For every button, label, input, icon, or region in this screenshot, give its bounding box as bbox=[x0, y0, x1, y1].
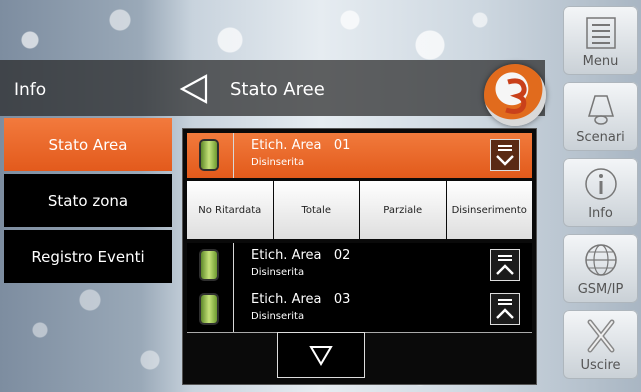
menu-button-label: Menu bbox=[582, 54, 619, 69]
row-divider bbox=[233, 243, 234, 288]
no-delay-button[interactable]: No Ritardata bbox=[187, 181, 273, 239]
area-row-03[interactable]: Etich. Area 03 Disinserita bbox=[187, 287, 532, 333]
triangle-down-icon bbox=[309, 346, 333, 366]
area-name: Etich. Area 02 bbox=[251, 248, 351, 263]
disarm-button[interactable]: Disinserimento bbox=[446, 181, 532, 239]
page-title: Stato Aree bbox=[230, 79, 325, 100]
info-icon bbox=[585, 168, 617, 200]
area-status: Disinserita bbox=[251, 311, 305, 322]
area-action-bar: No Ritardata Totale Parziale Disinserime… bbox=[187, 181, 532, 239]
menu-item-stato-zona[interactable]: Stato zona bbox=[4, 174, 172, 227]
menu-button[interactable]: Menu bbox=[563, 6, 638, 75]
gsm-ip-button-label: GSM/IP bbox=[577, 282, 624, 297]
area-row-02[interactable]: Etich. Area 02 Disinserita bbox=[187, 243, 532, 289]
expand-button[interactable] bbox=[490, 293, 520, 325]
info-button[interactable]: Info bbox=[563, 158, 638, 227]
collapse-icon bbox=[496, 145, 514, 166]
area-name: Etich. Area 03 bbox=[251, 292, 351, 307]
menu-item-registro-eventi[interactable]: Registro Eventi bbox=[4, 230, 172, 283]
menu-list-icon bbox=[586, 17, 616, 49]
scene-lamp-icon bbox=[587, 95, 615, 125]
gsm-ip-button[interactable]: GSM/IP bbox=[563, 234, 638, 303]
exit-button-label: Uscire bbox=[580, 358, 621, 373]
scenari-button[interactable]: Scenari bbox=[563, 82, 638, 151]
menu-item-label: Stato zona bbox=[47, 191, 129, 210]
right-sidebar: Menu Scenari Info GSM/IP Uscire bbox=[563, 6, 638, 386]
scenari-button-label: Scenari bbox=[576, 130, 625, 145]
expand-icon bbox=[496, 299, 514, 319]
expand-icon bbox=[496, 255, 514, 275]
collapse-button[interactable] bbox=[490, 139, 520, 171]
area-name: Etich. Area 01 bbox=[251, 138, 351, 153]
close-x-icon bbox=[587, 319, 615, 353]
total-arm-button[interactable]: Totale bbox=[273, 181, 359, 239]
globe-icon bbox=[585, 244, 617, 276]
exit-button[interactable]: Uscire bbox=[563, 310, 638, 379]
brand-logo bbox=[484, 64, 546, 126]
area-status-led bbox=[201, 295, 217, 323]
menu-item-label: Registro Eventi bbox=[31, 247, 145, 266]
area-status: Disinserita bbox=[251, 267, 305, 278]
expand-button[interactable] bbox=[490, 249, 520, 281]
row-divider bbox=[233, 287, 234, 332]
left-menu: Stato Area Stato zona Registro Eventi bbox=[4, 118, 172, 286]
info-button-label: Info bbox=[588, 206, 613, 221]
area-status-led bbox=[201, 251, 217, 279]
partial-arm-button[interactable]: Parziale bbox=[360, 181, 446, 239]
back-arrow-icon[interactable] bbox=[178, 74, 210, 104]
header-section-title: Info bbox=[14, 80, 47, 100]
row-divider bbox=[233, 133, 234, 178]
menu-item-stato-area[interactable]: Stato Area bbox=[4, 118, 172, 171]
area-status-led bbox=[201, 141, 217, 169]
areas-panel: Etich. Area 01 Disinserita No Ritardata … bbox=[182, 128, 537, 385]
area-row-01[interactable]: Etich. Area 01 Disinserita bbox=[187, 133, 532, 178]
menu-item-label: Stato Area bbox=[48, 135, 128, 154]
screen: Info Stato Aree Stato Area Stato zona Re… bbox=[0, 0, 641, 392]
area-status: Disinserita bbox=[251, 157, 305, 168]
scroll-down-button[interactable] bbox=[277, 332, 365, 378]
